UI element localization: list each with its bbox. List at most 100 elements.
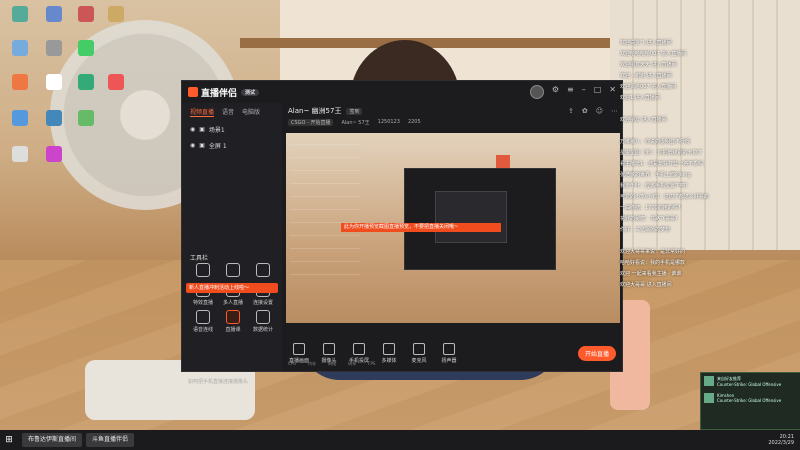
taskbar: ⊞ 布鲁达伊斯直播间 斗鱼直播伴侣 20:21 2022/3/29 xyxy=(0,430,800,450)
desktop-icon[interactable] xyxy=(4,40,36,57)
desktop-icon[interactable] xyxy=(38,74,70,91)
chat-message: 欢迎哈哈哈哈007 进入直播间 xyxy=(620,51,687,57)
gift-icon[interactable]: ✿ xyxy=(582,107,588,115)
app-icon xyxy=(78,40,94,56)
eye-icon[interactable]: ◉ xyxy=(190,126,195,133)
desktop-icon[interactable] xyxy=(70,110,102,127)
desktop-icon[interactable] xyxy=(38,6,70,23)
chat-message: 欢迎大哥哥来说：是非常好的 xyxy=(620,249,686,255)
preview-banner[interactable]: 此为你开播预览截图直播预览，不要把直播关闭哦~ xyxy=(341,223,501,232)
desktop-icon-area xyxy=(0,0,130,430)
chat-message xyxy=(620,236,800,247)
tool-icon xyxy=(196,310,210,324)
app-icon xyxy=(12,6,28,22)
tool-button[interactable]: 语音连线 xyxy=(188,310,218,333)
eye-icon[interactable]: ◉ xyxy=(190,142,195,149)
tool-icon xyxy=(196,263,210,277)
app-logo: 直播伴侣 测试 xyxy=(188,86,260,99)
tool-button[interactable] xyxy=(188,263,218,279)
notification-row[interactable]: 来自好友推荐 Counter-Strike: Global Offensive xyxy=(701,373,800,390)
sidebar-footer-link[interactable]: 如何把手机直接连接摄像头 xyxy=(188,378,248,385)
status-badge[interactable]: 签到 xyxy=(346,107,363,115)
user-icon[interactable]: ☺ xyxy=(596,107,603,115)
promo-banner[interactable]: 新人直播冲刺活动上线啦～ xyxy=(186,283,278,293)
tool-label: 多人直播 xyxy=(222,300,243,306)
tool-button[interactable] xyxy=(218,263,248,279)
app-icon xyxy=(46,6,62,22)
tool-grid: 特效直播 多人直播 连接设置 语音连线 直播课 数据统计 xyxy=(188,263,278,333)
desktop-icon[interactable] xyxy=(4,110,36,127)
streamer-id: Alan~ 57王 xyxy=(341,120,370,126)
desktop-icon[interactable] xyxy=(38,146,70,163)
chat-message: 欢迎白金飞 进入直播间 xyxy=(620,40,672,46)
desktop-icon[interactable] xyxy=(4,146,36,163)
chat-message: 欢迎 - 谢谢 进入直播间 xyxy=(620,73,672,79)
tool-label: 语音连线 xyxy=(192,327,213,333)
notification-row[interactable]: Kimshen Counter-Strike: Global Offensive xyxy=(701,390,800,406)
maximize-icon[interactable]: □ xyxy=(594,85,602,99)
share-icon[interactable]: ⇪ xyxy=(568,107,574,115)
chat-message: 哈哈好看说：我的手机是哪款 xyxy=(620,260,686,266)
desktop-icon[interactable] xyxy=(100,74,132,91)
menu-icon[interactable]: ≡ xyxy=(567,85,574,99)
streamer-header: Alan~ 幽洲57王 签到 ⇪ ✿ ☺ ⋯ xyxy=(284,103,622,119)
chat-message xyxy=(620,104,800,115)
app-titlebar[interactable]: 直播伴侣 测试 ⚙ ≡ – □ ✕ xyxy=(182,81,622,103)
game-notification[interactable]: 来自好友推荐 Counter-Strike: Global Offensive Ki… xyxy=(700,372,800,430)
scene-label: 场景1 xyxy=(208,126,225,134)
desktop-icon[interactable] xyxy=(38,110,70,127)
logo-icon xyxy=(188,87,198,97)
tool-button[interactable] xyxy=(248,263,278,279)
desktop-icon[interactable] xyxy=(100,6,132,23)
tab-pc[interactable]: 电脑版 xyxy=(242,107,260,117)
tool-button[interactable]: 数据统计 xyxy=(248,310,278,333)
minimize-icon[interactable]: – xyxy=(582,85,586,99)
streamer-name[interactable]: Alan~ 幽洲57王 xyxy=(288,106,341,116)
app-icon xyxy=(12,146,28,162)
tab-video-live[interactable]: 视频直播 xyxy=(190,107,215,117)
chat-message: 万维猪八：你说的很明显不行呀 xyxy=(620,139,691,145)
chat-message: 欢迎 一起来看我主播 · 谁谁 xyxy=(620,271,682,277)
preview-nested-window-2 xyxy=(435,191,507,243)
sidebar-tabs: 视频直播 语音 电脑版 xyxy=(182,103,282,121)
main-panel: Alan~ 幽洲57王 签到 ⇪ ✿ ☺ ⋯ CSGO - 开始直播 Alan~… xyxy=(284,103,622,371)
taskbar-item[interactable]: 斗鱼直播伴侣 xyxy=(86,433,135,447)
go-live-button[interactable]: 开始直播 xyxy=(577,345,616,361)
more-icon[interactable]: ⋯ xyxy=(611,107,618,115)
desktop-icon[interactable] xyxy=(4,74,36,91)
game-category[interactable]: CSGO - 开始直播 xyxy=(288,119,334,126)
scene-label: 全屏 1 xyxy=(208,142,227,150)
tool-button[interactable]: 直播课 xyxy=(218,310,248,333)
settings-icon[interactable]: ⚙ xyxy=(552,85,559,99)
lock-icon[interactable]: ▣ xyxy=(199,142,205,149)
taskbar-item[interactable]: 布鲁达伊斯直播间 xyxy=(22,433,83,447)
chat-message: 可爱的小乖(小邓)：这边了都这么好看的 xyxy=(620,194,709,200)
chat-message: 你好：三亿飘扬的梦想 xyxy=(620,227,671,233)
desktop-icon[interactable] xyxy=(70,74,102,91)
scene-item[interactable]: ◉ ▣ 全屏 1 xyxy=(182,137,282,153)
app-icon xyxy=(108,74,124,90)
tab-voice[interactable]: 语音 xyxy=(222,107,234,117)
windows-logo-icon[interactable]: ⊞ xyxy=(0,430,18,450)
preview-app-icon xyxy=(496,155,510,169)
desktop-icon[interactable] xyxy=(38,40,70,57)
stream-substats: CSGO - 开始直播 Alan~ 57王 1250123 2205 xyxy=(284,119,622,126)
avatar[interactable] xyxy=(529,85,544,99)
control-icon xyxy=(323,342,335,355)
notification-subtitle: Counter-Strike: Global Offensive xyxy=(717,382,782,387)
close-icon[interactable]: ✕ xyxy=(609,85,616,99)
lock-icon[interactable]: ▣ xyxy=(199,126,205,133)
stream-preview[interactable]: 此为你开播预览截图直播预览，不要把直播关闭哦~ xyxy=(286,133,620,323)
chat-message: 我走千叶：应该手机位置下吧? xyxy=(620,183,688,189)
app-icon xyxy=(12,74,28,90)
scene-item[interactable]: ◉ ▣ 场景1 xyxy=(182,121,282,137)
app-icon xyxy=(108,6,124,22)
status-item: 网络 xyxy=(328,361,337,366)
tool-icon xyxy=(256,310,270,324)
desktop-icon[interactable] xyxy=(70,40,102,57)
app-icon xyxy=(78,74,94,90)
desktop-icon[interactable] xyxy=(70,6,102,23)
clock[interactable]: 20:21 2022/3/29 xyxy=(768,434,794,446)
desktop-icon[interactable] xyxy=(4,6,36,23)
chat-message: 欢迎1 进入直播间 xyxy=(620,95,660,101)
